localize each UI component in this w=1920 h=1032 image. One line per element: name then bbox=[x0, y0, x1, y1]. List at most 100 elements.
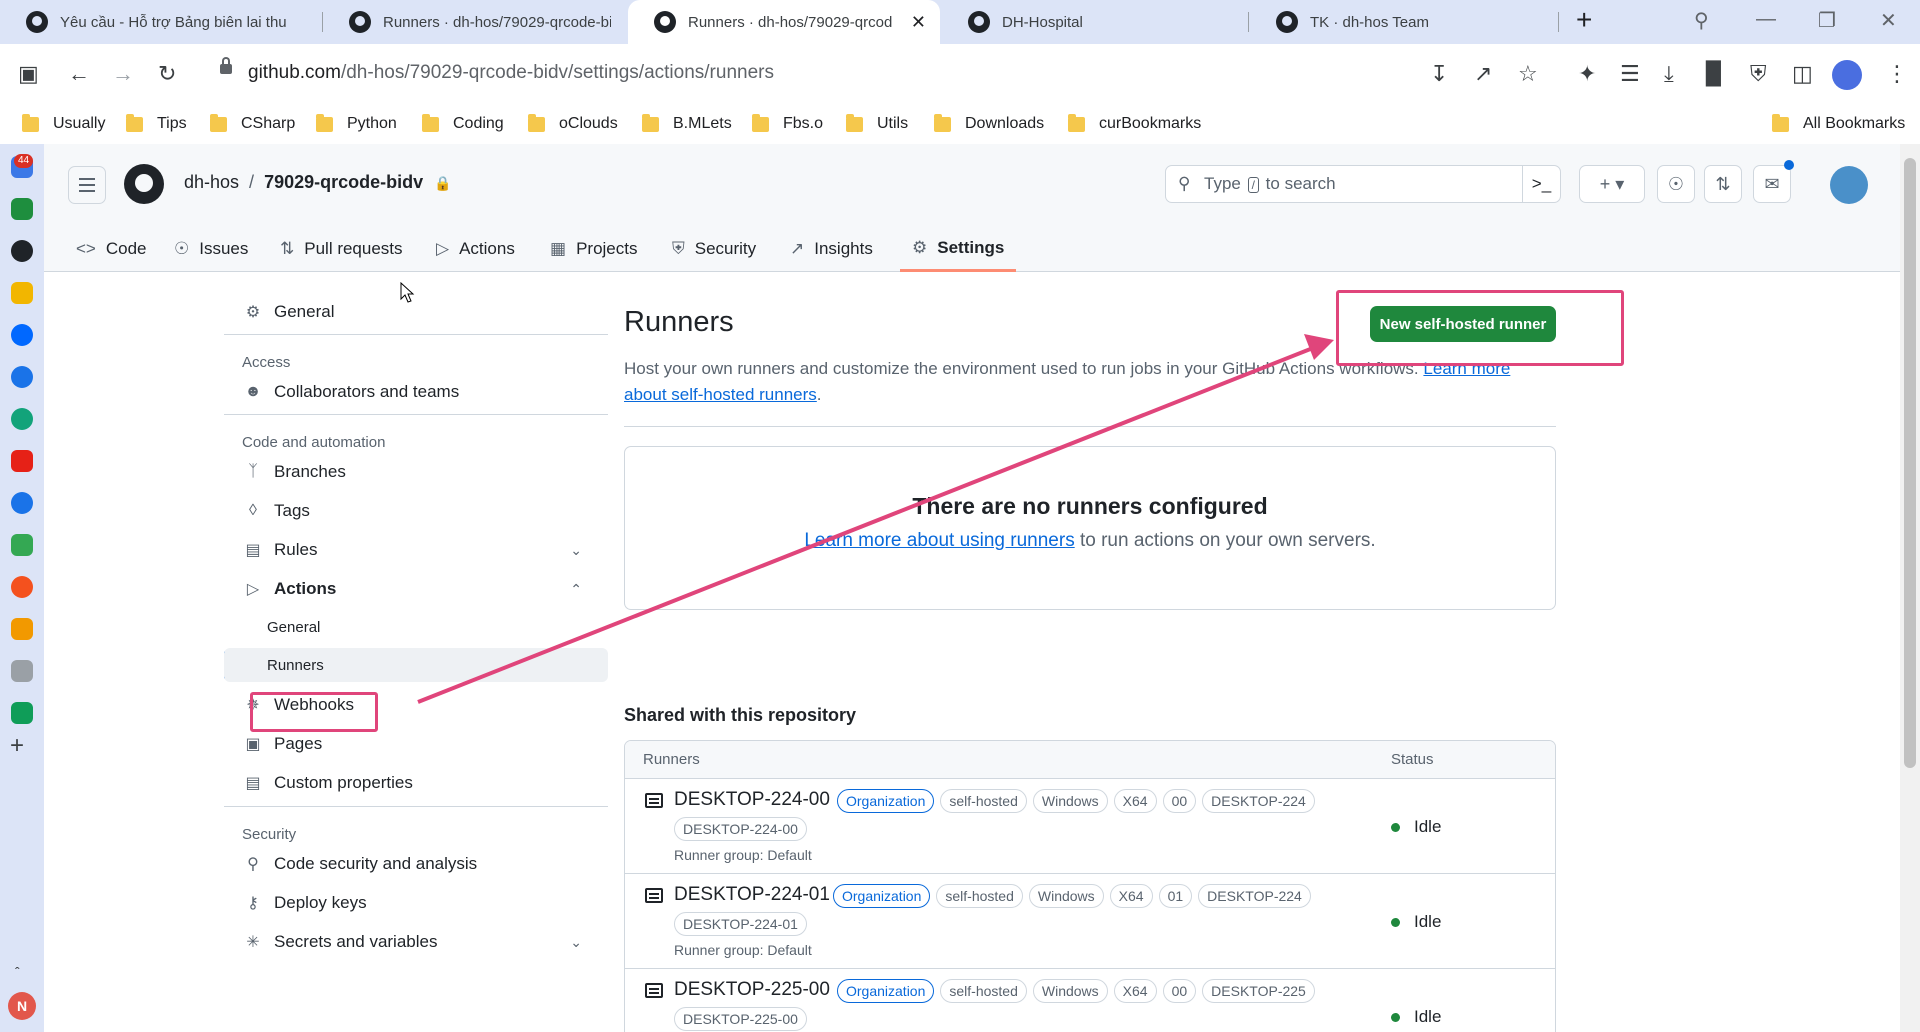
browser-tab[interactable]: Runners · dh-hos/79029-qrcode-bi bbox=[323, 0, 625, 44]
share-icon[interactable]: ↗ bbox=[1474, 60, 1492, 88]
profile-n-icon[interactable]: N bbox=[8, 992, 36, 1020]
sidebar-item-general[interactable]: ⚙ General bbox=[224, 294, 608, 330]
bookmark-folder[interactable]: Downloads bbox=[934, 112, 1044, 136]
sidebar-subitem-runners[interactable]: Runners bbox=[224, 648, 608, 682]
repo-link[interactable]: 79029-qrcode-bidv bbox=[264, 172, 423, 192]
key-icon: ⚷ bbox=[247, 895, 259, 912]
sidebar-item-actions[interactable]: ▷ Actions ⌃ bbox=[224, 571, 608, 607]
scrollbar-thumb[interactable] bbox=[1904, 158, 1916, 768]
side-panel-icon[interactable]: ▉ bbox=[1706, 60, 1723, 88]
utility-app-icon[interactable] bbox=[11, 702, 33, 724]
user-avatar[interactable] bbox=[1830, 166, 1868, 204]
split-view-icon[interactable]: ◫ bbox=[1792, 60, 1813, 88]
bookmark-folder[interactable]: Fbs.o bbox=[752, 112, 823, 136]
command-palette-icon[interactable]: >_ bbox=[1522, 166, 1560, 202]
reload-icon[interactable]: ↻ bbox=[158, 60, 176, 88]
bookmark-folder[interactable]: B.MLets bbox=[642, 112, 732, 136]
star-icon[interactable]: ☆ bbox=[1518, 60, 1538, 88]
folder-icon bbox=[846, 113, 863, 132]
chat-app-icon[interactable] bbox=[11, 408, 33, 430]
page-scrollbar[interactable] bbox=[1900, 144, 1920, 1032]
address-bar[interactable]: github.com/dh-hos/79029-qrcode-bidv/sett… bbox=[248, 58, 774, 88]
keep-app-icon[interactable] bbox=[11, 282, 33, 304]
mouse-cursor-icon bbox=[400, 282, 415, 303]
menu-icon[interactable]: ⋮ bbox=[1886, 60, 1908, 88]
close-window-icon[interactable]: ✕ bbox=[1880, 8, 1897, 33]
menu-button[interactable] bbox=[68, 166, 106, 204]
browser-tab[interactable]: Yêu cầu - Hỗ trợ Bảng biên lai thu bbox=[0, 0, 322, 44]
table-row: DESKTOP-224-00 Organization self-hosted … bbox=[625, 779, 1555, 874]
owner-link[interactable]: dh-hos bbox=[184, 172, 239, 192]
bookmark-folder[interactable]: Python bbox=[316, 112, 397, 136]
github-logo-icon[interactable] bbox=[124, 164, 164, 204]
forward-icon[interactable]: → bbox=[112, 60, 134, 88]
bookmark-folder[interactable]: oClouds bbox=[528, 112, 618, 136]
profile-avatar-icon[interactable] bbox=[1832, 60, 1862, 90]
shield-extension-icon[interactable]: ⛨ bbox=[1750, 60, 1767, 88]
create-new-button[interactable]: + ▾ bbox=[1579, 165, 1645, 203]
download-icon[interactable]: ⤓ bbox=[1664, 60, 1674, 88]
sidebar-item-code-security[interactable]: ⚲ Code security and analysis bbox=[224, 846, 608, 882]
browser-tab-active[interactable]: Runners · dh-hos/79029-qrcod ✕ bbox=[628, 0, 940, 44]
sidebar-item-branches[interactable]: ᛉ Branches bbox=[224, 454, 608, 490]
issues-icon[interactable]: ☉ bbox=[1657, 165, 1695, 203]
tab-settings[interactable]: ⚙ Settings bbox=[900, 226, 1017, 272]
media-icon[interactable]: ☰ bbox=[1620, 60, 1640, 88]
sidebar-item-tags[interactable]: ◊ Tags bbox=[224, 493, 608, 529]
browser-app-icon[interactable] bbox=[11, 366, 33, 388]
sidebar-item-rules[interactable]: ▤ Rules ⌄ bbox=[224, 532, 608, 568]
tab-issues[interactable]: ☉ Issues bbox=[174, 226, 248, 272]
tab-pull-requests[interactable]: ⇅ Pull requests bbox=[280, 226, 403, 272]
lock-icon[interactable] bbox=[220, 57, 232, 74]
server-icon bbox=[645, 793, 663, 808]
runner-name[interactable]: DESKTOP-224-01 bbox=[674, 884, 830, 906]
youtube-app-icon[interactable] bbox=[11, 450, 33, 472]
pencil-app-icon[interactable] bbox=[11, 576, 33, 598]
restore-icon[interactable]: ❐ bbox=[1818, 8, 1836, 33]
tag-icon: ◊ bbox=[249, 502, 257, 519]
browser-tab[interactable]: TK · dh-hos Team bbox=[1250, 0, 1552, 44]
runner-name[interactable]: DESKTOP-225-00 bbox=[674, 979, 830, 1001]
tab-search-icon[interactable]: ▣ bbox=[18, 60, 39, 88]
pull-requests-icon[interactable]: ⇅ bbox=[1704, 165, 1742, 203]
extensions-icon[interactable]: ✦ bbox=[1578, 60, 1596, 88]
close-tab-icon[interactable]: ✕ bbox=[911, 12, 926, 33]
tools-app-icon[interactable] bbox=[11, 618, 33, 640]
all-bookmarks[interactable]: All Bookmarks bbox=[1772, 112, 1905, 136]
sheets-g-app-icon[interactable] bbox=[11, 534, 33, 556]
bookmark-folder[interactable]: Coding bbox=[422, 112, 504, 136]
install-app-icon[interactable]: ↧ bbox=[1430, 60, 1448, 88]
inbox-icon[interactable]: ✉ bbox=[1753, 165, 1791, 203]
bookmark-folder[interactable]: curBookmarks bbox=[1068, 112, 1201, 136]
learn-more-runners-link[interactable]: Learn more about using runners bbox=[804, 530, 1074, 551]
sidebar-item-secrets[interactable]: ✳ Secrets and variables ⌄ bbox=[224, 924, 608, 960]
browser-tab[interactable]: DH-Hospital bbox=[942, 0, 1244, 44]
sidebar-item-deploy-keys[interactable]: ⚷ Deploy keys bbox=[224, 885, 608, 921]
tab-security[interactable]: ⛨ Security bbox=[672, 226, 756, 272]
runner-name[interactable]: DESKTOP-224-00 bbox=[674, 789, 830, 811]
search-input[interactable]: ⚲ Type / to search >_ bbox=[1165, 165, 1561, 203]
new-tab-icon[interactable]: + bbox=[1576, 4, 1592, 36]
bookmark-folder[interactable]: Tips bbox=[126, 112, 187, 136]
bookmarks-bar: Usually Tips CSharp Python Coding oCloud… bbox=[0, 104, 1920, 144]
search-tabs-icon[interactable]: ⚲ bbox=[1694, 8, 1709, 33]
tab-actions[interactable]: ▷ Actions bbox=[436, 226, 515, 272]
tab-code[interactable]: <> Code bbox=[76, 226, 147, 272]
zalo-app-icon[interactable] bbox=[11, 324, 33, 346]
tab-insights[interactable]: ↗ Insights bbox=[790, 226, 873, 272]
contacts-app-icon[interactable] bbox=[11, 492, 33, 514]
feather-app-icon[interactable] bbox=[11, 660, 33, 682]
sidebar-item-collaborators[interactable]: ☻ Collaborators and teams bbox=[224, 374, 608, 410]
sidebar-item-custom-properties[interactable]: ▤ Custom properties bbox=[224, 765, 608, 801]
sidebar-subitem-general[interactable]: General bbox=[224, 610, 608, 644]
tab-projects[interactable]: ▦ Projects bbox=[550, 226, 637, 272]
add-app-icon[interactable]: + bbox=[10, 732, 24, 760]
bookmark-folder[interactable]: Utils bbox=[846, 112, 908, 136]
sheets-app-icon[interactable] bbox=[11, 198, 33, 220]
back-icon[interactable]: ← bbox=[68, 60, 90, 88]
bookmark-folder[interactable]: Usually bbox=[22, 112, 105, 136]
bookmark-folder[interactable]: CSharp bbox=[210, 112, 295, 136]
minimize-icon[interactable]: — bbox=[1756, 8, 1776, 31]
collapse-icon[interactable]: ˆ bbox=[15, 964, 20, 980]
github-app-icon[interactable] bbox=[11, 240, 33, 262]
